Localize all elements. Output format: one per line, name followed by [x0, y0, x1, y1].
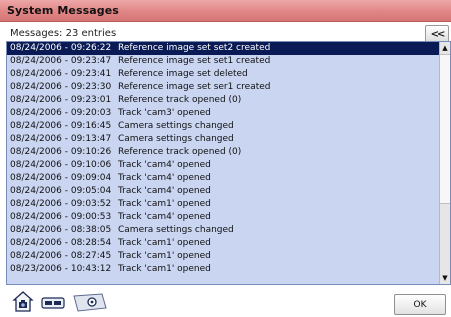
- message-row[interactable]: 08/24/2006 - 09:23:30 Reference image set…: [7, 81, 439, 94]
- message-row[interactable]: 08/24/2006 - 08:38:05 Camera settings cha…: [7, 224, 439, 237]
- message-text: Reference track opened (0): [118, 147, 242, 157]
- message-row[interactable]: 08/24/2006 - 08:28:54 Track 'cam1' opened: [7, 237, 439, 250]
- message-timestamp: 08/24/2006 - 09:10:26: [10, 147, 112, 157]
- message-list-frame: 08/24/2006 - 09:26:22 Reference image set…: [6, 41, 451, 285]
- message-timestamp: 08/24/2006 - 09:03:52: [10, 199, 112, 209]
- message-row[interactable]: 08/24/2006 - 09:20:03 Track 'cam3' opened: [7, 107, 439, 120]
- message-row[interactable]: 08/24/2006 - 09:23:41 Reference image set…: [7, 68, 439, 81]
- message-row[interactable]: 08/24/2006 - 09:16:45 Camera settings cha…: [7, 120, 439, 133]
- message-row[interactable]: 08/23/2006 - 10:43:12 Track 'cam1' opened: [7, 263, 439, 276]
- message-text: Reference image set set1 created: [118, 56, 271, 66]
- message-filter-icon[interactable]: [40, 290, 66, 314]
- message-text: Track 'cam1' opened: [118, 238, 211, 248]
- message-row[interactable]: 08/24/2006 - 09:13:47 Camera settings cha…: [7, 133, 439, 146]
- message-text: Reference image set set2 created: [118, 43, 271, 53]
- message-row[interactable]: 08/24/2006 - 09:03:52 Track 'cam1' opened: [7, 198, 439, 211]
- message-timestamp: 08/24/2006 - 09:05:04: [10, 186, 112, 196]
- home-camera-icon[interactable]: [12, 290, 34, 314]
- message-count-label: Messages: 23 entries: [10, 28, 117, 39]
- scroll-down-arrow-icon[interactable]: ▼: [440, 273, 450, 283]
- message-row[interactable]: 08/24/2006 - 08:27:45 Track 'cam1' opened: [7, 250, 439, 263]
- message-text: Track 'cam4' opened: [118, 186, 211, 196]
- message-row[interactable]: 08/24/2006 - 09:05:04 Track 'cam4' opened: [7, 185, 439, 198]
- message-timestamp: 08/24/2006 - 09:10:06: [10, 160, 112, 170]
- message-text: Track 'cam4' opened: [118, 160, 211, 170]
- message-text: Camera settings changed: [118, 134, 234, 144]
- message-text: Reference image set ser1 created: [118, 82, 271, 92]
- ok-button[interactable]: OK: [394, 294, 446, 315]
- message-row[interactable]: 08/24/2006 - 09:23:47 Reference image set…: [7, 55, 439, 68]
- vertical-scrollbar[interactable]: ▲ ▼: [439, 42, 450, 284]
- message-row[interactable]: 08/24/2006 - 09:23:01 Reference track ope…: [7, 94, 439, 107]
- message-text: Track 'cam1' opened: [118, 199, 211, 209]
- message-text: Track 'cam4' opened: [118, 173, 211, 183]
- message-row[interactable]: 08/24/2006 - 09:09:04 Track 'cam4' opened: [7, 172, 439, 185]
- message-timestamp: 08/24/2006 - 09:16:45: [10, 121, 112, 131]
- message-timestamp: 08/24/2006 - 09:00:53: [10, 212, 112, 222]
- export-icon[interactable]: [72, 290, 108, 314]
- message-timestamp: 08/24/2006 - 09:23:47: [10, 56, 112, 66]
- message-text: Camera settings changed: [118, 225, 234, 235]
- message-timestamp: 08/24/2006 - 09:23:01: [10, 95, 112, 105]
- message-timestamp: 08/24/2006 - 09:13:47: [10, 134, 112, 144]
- message-row[interactable]: 08/24/2006 - 09:10:06 Track 'cam4' opened: [7, 159, 439, 172]
- message-text: Track 'cam1' opened: [118, 251, 211, 261]
- message-row[interactable]: 08/24/2006 - 09:00:53 Track 'cam4' opened: [7, 211, 439, 224]
- title-bar: System Messages: [0, 0, 451, 22]
- system-messages-window: System Messages Messages: 23 entries << …: [0, 0, 451, 317]
- scrollbar-thumb[interactable]: [440, 54, 450, 204]
- message-timestamp: 08/24/2006 - 09:09:04: [10, 173, 112, 183]
- message-timestamp: 08/24/2006 - 08:27:45: [10, 251, 112, 261]
- message-timestamp: 08/24/2006 - 09:23:30: [10, 82, 112, 92]
- message-timestamp: 08/23/2006 - 10:43:12: [10, 264, 112, 274]
- message-text: Reference image set deleted: [118, 69, 248, 79]
- message-timestamp: 08/24/2006 - 08:38:05: [10, 225, 112, 235]
- message-text: Track 'cam1' opened: [118, 264, 211, 274]
- message-text: Track 'cam4' opened: [118, 212, 211, 222]
- message-list[interactable]: 08/24/2006 - 09:26:22 Reference image set…: [7, 42, 439, 284]
- message-timestamp: 08/24/2006 - 09:23:41: [10, 69, 112, 79]
- window-title: System Messages: [7, 4, 119, 17]
- scroll-up-arrow-icon[interactable]: ▲: [440, 43, 450, 53]
- message-timestamp: 08/24/2006 - 08:28:54: [10, 238, 112, 248]
- message-row[interactable]: 08/24/2006 - 09:26:22 Reference image set…: [7, 42, 439, 55]
- message-text: Track 'cam3' opened: [118, 108, 211, 118]
- message-timestamp: 08/24/2006 - 09:26:22: [10, 43, 112, 53]
- message-text: Camera settings changed: [118, 121, 234, 131]
- message-text: Reference track opened (0): [118, 95, 242, 105]
- message-timestamp: 08/24/2006 - 09:20:03: [10, 108, 112, 118]
- message-row[interactable]: 08/24/2006 - 09:10:26 Reference track ope…: [7, 146, 439, 159]
